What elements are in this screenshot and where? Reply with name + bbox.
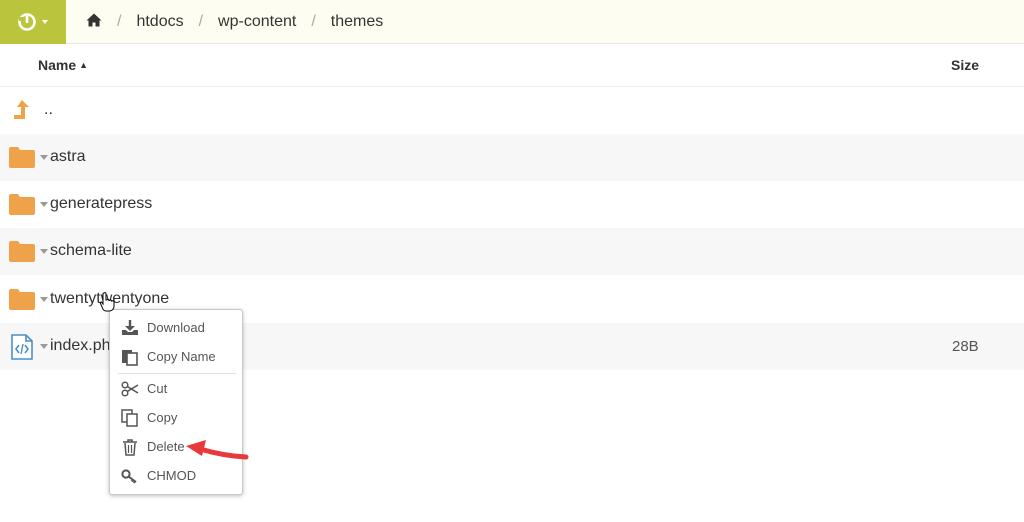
name-column-label: Name (38, 57, 77, 73)
folder-icon (9, 288, 35, 315)
scissors-icon (121, 380, 139, 398)
parent-directory-icon (9, 99, 33, 128)
name-column-header[interactable]: Name ▲ (38, 57, 88, 73)
power-menu-icon (18, 13, 48, 31)
folder-icon (9, 146, 35, 173)
file-row-parent[interactable]: .. (0, 87, 1024, 134)
file-name: astra (50, 148, 86, 165)
context-menu: Download Copy Name Cut Copy Delete CHMOD (109, 309, 243, 495)
breadcrumb-themes[interactable]: themes (331, 13, 383, 31)
file-size: 28B (952, 338, 979, 355)
file-row-generatepress[interactable]: generatepress (0, 181, 1024, 228)
download-icon (121, 319, 139, 337)
breadcrumb-separator: / (198, 13, 204, 30)
menu-divider (118, 373, 236, 374)
code-file-icon (11, 334, 33, 365)
copy-icon (121, 409, 139, 427)
file-list-header: Name ▲ Size (0, 44, 1024, 87)
breadcrumb-separator: / (311, 13, 316, 30)
row-dropdown-icon[interactable] (40, 249, 48, 254)
main-menu-button[interactable] (0, 0, 66, 44)
sort-ascending-icon: ▲ (79, 60, 89, 70)
menu-item-label: Download (147, 320, 205, 335)
row-dropdown-icon[interactable] (40, 155, 48, 160)
copy-name-icon (121, 348, 139, 366)
menu-item-copy-name[interactable]: Copy Name (110, 344, 242, 370)
size-column-header[interactable]: Size (951, 57, 979, 73)
key-icon (121, 467, 139, 485)
menu-item-label: Copy (147, 410, 178, 425)
row-dropdown-icon[interactable] (40, 344, 48, 349)
file-name: .. (44, 101, 53, 118)
menu-item-download[interactable]: Download (110, 315, 242, 341)
row-dropdown-icon[interactable] (40, 202, 48, 207)
breadcrumb: / htdocs / wp-content / themes (86, 0, 383, 44)
menu-item-cut[interactable]: Cut (110, 376, 242, 402)
folder-icon (9, 193, 35, 220)
hand-cursor-icon (99, 292, 115, 312)
top-bar: / htdocs / wp-content / themes (0, 0, 1024, 44)
breadcrumb-separator: / (117, 13, 122, 30)
menu-item-label: CHMOD (147, 468, 197, 483)
breadcrumb-wp-content[interactable]: wp-content (218, 13, 296, 31)
home-icon[interactable] (86, 13, 102, 32)
annotation-arrow-icon (186, 440, 249, 460)
file-row-astra[interactable]: astra (0, 134, 1024, 181)
file-name: schema-lite (50, 242, 132, 259)
menu-item-label: Cut (147, 381, 168, 396)
menu-item-label: Copy Name (147, 349, 216, 364)
menu-item-label: Delete (147, 439, 185, 454)
row-dropdown-icon[interactable] (40, 297, 48, 302)
trash-icon (121, 438, 139, 456)
menu-item-copy[interactable]: Copy (110, 405, 242, 431)
file-name: generatepress (50, 195, 153, 212)
file-row-schema-lite[interactable]: schema-lite (0, 228, 1024, 275)
folder-icon (9, 240, 35, 267)
menu-item-chmod[interactable]: CHMOD (110, 463, 242, 489)
breadcrumb-htdocs[interactable]: htdocs (136, 13, 183, 31)
